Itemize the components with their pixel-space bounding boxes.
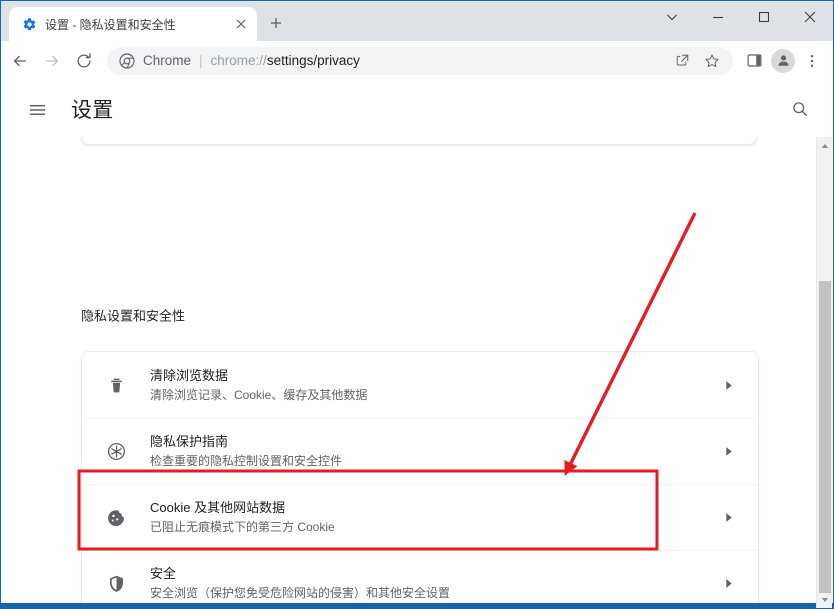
section-title: 隐私设置和安全性 <box>81 308 186 324</box>
row-text: 清除浏览数据 清除浏览记录、Cookie、缓存及其他数据 <box>150 367 718 404</box>
back-button[interactable] <box>5 46 35 76</box>
profile-avatar[interactable] <box>771 48 795 73</box>
row-subtitle: 检查重要的隐私控制设置和安全控件 <box>150 454 343 468</box>
settings-row-security[interactable]: 安全 安全浏览（保护您免受危险网站的侵害）和其他安全设置 <box>82 550 758 608</box>
settings-gear-icon <box>21 16 37 32</box>
hamburger-menu-icon[interactable] <box>25 97 49 121</box>
row-title: 清除浏览数据 <box>150 367 229 383</box>
omnibox-url-emphasis: settings/privacy <box>266 53 360 68</box>
page-title: 设置 <box>71 99 114 122</box>
omnibox-url-prefix: chrome:// <box>210 53 267 68</box>
row-subtitle: 安全浏览（保护您免受危险网站的侵害）和其他安全设置 <box>150 586 451 600</box>
privacy-guide-icon <box>104 440 128 464</box>
settings-row-cookies[interactable]: Cookie 及其他网站数据 已阻止无痕模式下的第三方 Cookie <box>82 484 758 550</box>
row-subtitle: 已阻止无痕模式下的第三方 Cookie <box>150 520 335 534</box>
chevron-right-icon[interactable] <box>718 442 738 462</box>
privacy-settings-card: 清除浏览数据 清除浏览记录、Cookie、缓存及其他数据 隐私保护指南 检查重要… <box>81 351 759 608</box>
tab-strip: 设置 - 隐私设置和安全性 <box>1 1 833 41</box>
omnibox-text: Chrome | chrome://settings/privacy <box>143 53 663 68</box>
minimize-icon[interactable] <box>695 1 741 33</box>
shield-icon <box>104 572 128 596</box>
tab-title: 设置 - 隐私设置和安全性 <box>45 17 176 32</box>
omnibox-url: chrome://settings/privacy <box>211 53 360 68</box>
scrollbar-down-arrow[interactable] <box>817 591 833 608</box>
chevron-right-icon[interactable] <box>718 574 738 594</box>
omnibox-separator: | <box>199 53 203 68</box>
settings-row-clear-browsing-data[interactable]: 清除浏览数据 清除浏览记录、Cookie、缓存及其他数据 <box>82 352 758 418</box>
row-text: 安全 安全浏览（保护您免受危险网站的侵害）和其他安全设置 <box>150 565 718 602</box>
browser-menu-icon[interactable] <box>797 46 827 76</box>
bookmark-star-icon[interactable] <box>701 50 723 72</box>
new-tab-button[interactable] <box>263 10 289 36</box>
close-window-icon[interactable] <box>787 1 833 33</box>
reload-button[interactable] <box>69 46 99 76</box>
side-panel-icon[interactable] <box>739 46 769 76</box>
share-icon[interactable] <box>671 50 693 72</box>
omnibox-scheme-label: Chrome <box>143 53 192 68</box>
search-icon[interactable] <box>787 96 813 122</box>
vertical-scrollbar[interactable] <box>816 137 832 608</box>
row-title: 安全 <box>150 566 177 581</box>
settings-header: 设置 <box>1 81 833 137</box>
browser-toolbar: Chrome | chrome://settings/privacy <box>1 41 833 81</box>
window-controls <box>649 1 833 33</box>
maximize-icon[interactable] <box>741 1 787 33</box>
row-subtitle: 清除浏览记录、Cookie、缓存及其他数据 <box>150 387 368 402</box>
row-text: Cookie 及其他网站数据 已阻止无痕模式下的第三方 Cookie <box>150 499 718 536</box>
previous-card-sliver <box>81 137 757 145</box>
settings-content: 隐私设置和安全性 清除浏览数据 清除浏览记录、Cookie、缓存及其他数据 隐私… <box>1 137 833 608</box>
chevron-right-icon[interactable] <box>718 508 738 528</box>
cookie-icon <box>104 506 128 530</box>
chrome-logo-icon <box>119 52 135 69</box>
chevron-right-icon[interactable] <box>718 375 738 395</box>
address-bar[interactable]: Chrome | chrome://settings/privacy <box>107 46 733 75</box>
trash-icon <box>104 373 128 397</box>
browser-tab[interactable]: 设置 - 隐私设置和安全性 <box>9 7 257 41</box>
scrollbar-up-arrow[interactable] <box>817 137 833 154</box>
browser-window: 设置 - 隐私设置和安全性 Chrome | chrome://settings… <box>0 0 834 609</box>
scrollbar-thumb[interactable] <box>819 281 831 593</box>
row-title: 隐私保护指南 <box>150 434 229 449</box>
row-title: Cookie 及其他网站数据 <box>150 500 286 515</box>
window-bottom-border <box>1 603 833 608</box>
close-tab-icon[interactable] <box>233 16 249 32</box>
row-text: 隐私保护指南 检查重要的隐私控制设置和安全控件 <box>150 433 718 470</box>
forward-button[interactable] <box>37 46 67 76</box>
chevron-down-icon[interactable] <box>649 1 695 33</box>
settings-row-privacy-guide[interactable]: 隐私保护指南 检查重要的隐私控制设置和安全控件 <box>82 418 758 484</box>
